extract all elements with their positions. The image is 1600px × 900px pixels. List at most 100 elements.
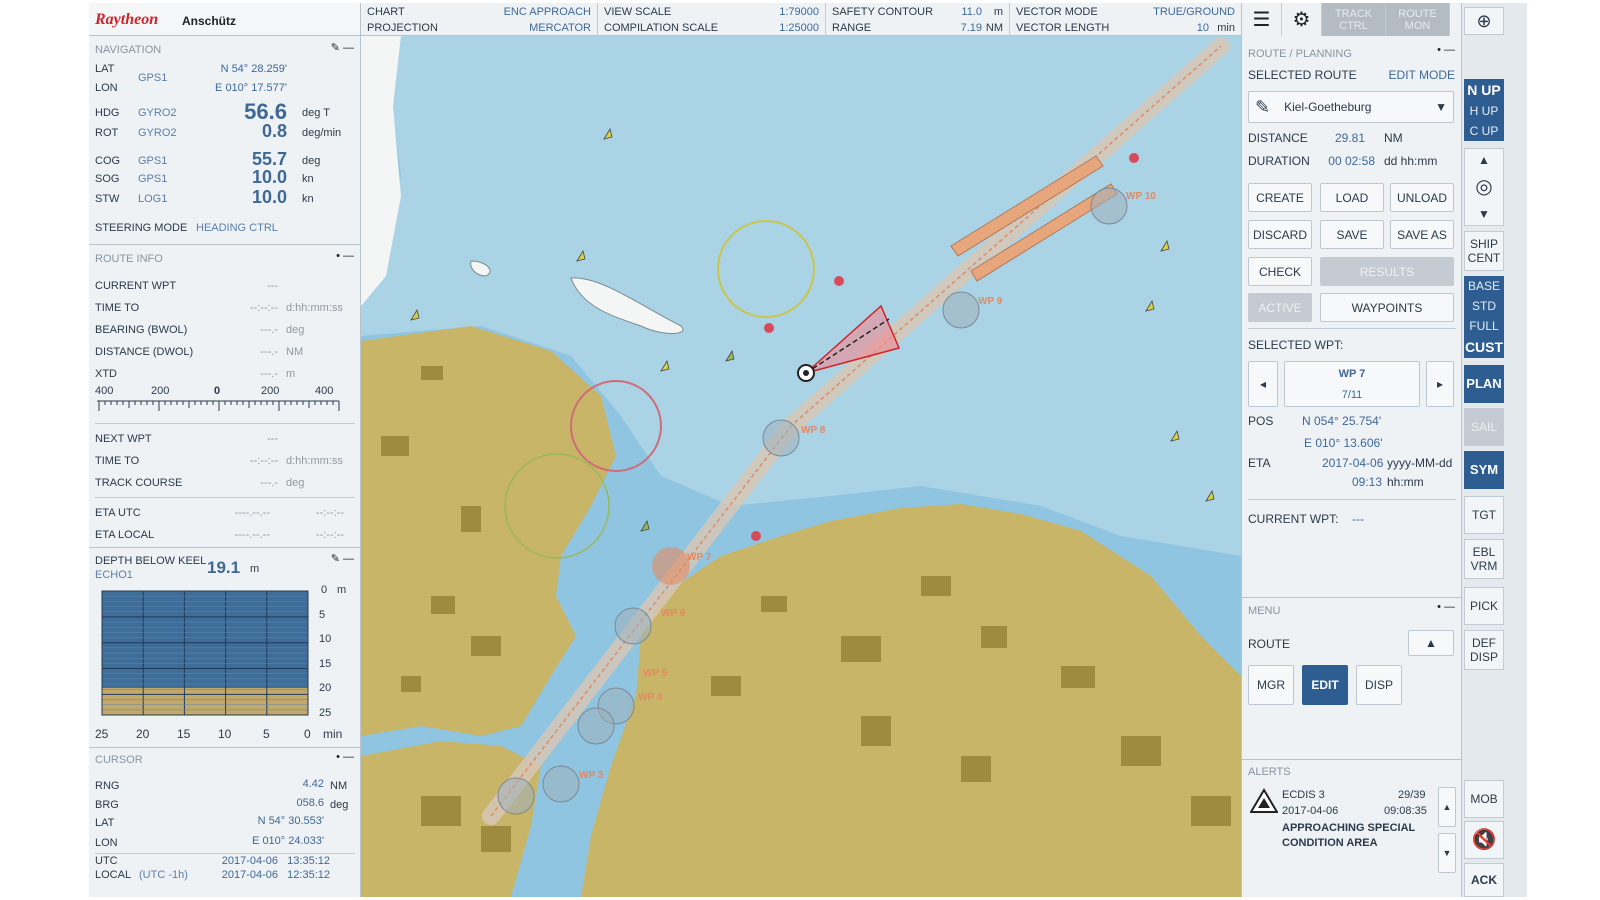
next-wpt-button[interactable]: ▸ [1426, 361, 1454, 407]
chart-info-cell[interactable]: CHART ENC APPROACH PROJECTION MERCATOR [361, 3, 598, 36]
waypoint-label[interactable]: WP 3 [579, 770, 604, 781]
create-button[interactable]: CREATE [1248, 183, 1312, 212]
ship-center-button[interactable]: SHIP CENT [1464, 231, 1504, 271]
symbol-button[interactable]: SYM [1464, 451, 1504, 489]
save-button[interactable]: SAVE [1320, 220, 1384, 249]
menu-expand-button[interactable]: ▲ [1408, 630, 1454, 656]
contour-info-cell[interactable]: SAFETY CONTOUR 11.0 m RANGE 7.19 NM [826, 3, 1010, 36]
utc-value: 2017-04-06 13:35:12 [221, 855, 330, 867]
depth-source: ECHO1 [95, 569, 133, 581]
pick-button[interactable]: PICK [1464, 587, 1504, 625]
mute-speaker-icon[interactable]: 🔇 [1464, 821, 1504, 859]
head-up-button[interactable]: H UP [1464, 101, 1504, 121]
depth-x-tick: 25 [95, 727, 109, 741]
ebl-vrm-button[interactable]: EBL VRM [1464, 539, 1504, 579]
selected-route-label: SELECTED ROUTE [1248, 68, 1357, 82]
wpt-eta-date: 2017-04-06 [1322, 456, 1384, 470]
full-button[interactable]: FULL [1464, 316, 1504, 336]
discard-button[interactable]: DISCARD [1248, 220, 1312, 249]
waypoint-label[interactable]: WP 4 [638, 692, 663, 703]
active-button[interactable]: ACTIVE [1248, 293, 1312, 322]
mgr-button[interactable]: MGR [1248, 665, 1294, 705]
plan-button[interactable]: PLAN [1464, 365, 1504, 403]
route-selector[interactable]: ✎ Kiel-Goetheburg ▼ [1248, 91, 1454, 123]
route-name: Kiel-Goetheburg [1284, 100, 1372, 114]
depth-y-tick: 10 [319, 633, 332, 645]
sog-unit: kn [302, 173, 314, 185]
eta-utc-label: ETA UTC [95, 507, 141, 519]
zoom-out-icon[interactable]: ▼ [1478, 207, 1490, 221]
time-to-label: TIME TO [95, 302, 140, 314]
zoom-in-icon[interactable]: ▲ [1478, 153, 1490, 167]
depth-value: 19.1 [207, 558, 241, 577]
std-button[interactable]: STD [1464, 296, 1504, 316]
divider [1248, 499, 1456, 500]
zoom-control[interactable]: ▲ ◎ ▼ [1464, 148, 1504, 226]
acknowledge-button[interactable]: ACK [1464, 863, 1504, 897]
eta-local-label: ETA LOCAL [95, 529, 155, 541]
waypoint-label[interactable]: WP 7 [687, 552, 712, 563]
unload-button[interactable]: UNLOAD [1390, 183, 1454, 212]
settings-gear-icon[interactable]: ⚙ [1282, 3, 1322, 36]
edit-button[interactable]: EDIT [1302, 665, 1348, 705]
safety-contour-value: 11.0 [961, 6, 982, 18]
vector-info-cell[interactable]: VECTOR MODE TRUE/GROUND VECTOR LENGTH 10… [1010, 3, 1241, 36]
view-scale-label: VIEW SCALE [604, 6, 672, 18]
save-as-button[interactable]: SAVE AS [1390, 220, 1454, 249]
alert-message: APPROACHING SPECIAL CONDITION AREA [1282, 822, 1416, 849]
waypoint-label[interactable]: WP 5 [643, 668, 668, 679]
course-up-button[interactable]: C UP [1464, 121, 1504, 141]
waypoint-label[interactable]: WP 10 [1126, 191, 1156, 202]
globe-icon[interactable]: ⊕ [1464, 7, 1504, 35]
cursor-lon-value: E 010° 24.033' [252, 835, 324, 847]
time-to-next-label: TIME TO [95, 455, 140, 467]
target-button[interactable]: TGT [1464, 496, 1504, 534]
waypoints-button[interactable]: WAYPOINTS [1320, 293, 1454, 322]
divider [1248, 328, 1456, 329]
cursor-rng-label: RNG [95, 780, 120, 792]
menu-icon[interactable]: ☰ [1242, 3, 1282, 36]
prev-wpt-button[interactable]: ◂ [1248, 361, 1278, 407]
disp-button[interactable]: DISP [1356, 665, 1402, 705]
route-planning-title: ROUTE / PLANNING [1248, 48, 1352, 60]
alert-scroll-up-button[interactable]: ▲ [1438, 787, 1456, 827]
wpt-selector[interactable]: WP 7 7/11 [1284, 361, 1420, 407]
selected-wpt-label: SELECTED WPT: [1248, 338, 1344, 352]
route-info-minimize-icon[interactable]: • — [336, 250, 354, 262]
waypoint-label[interactable]: WP 6 [661, 608, 686, 619]
base-button[interactable]: BASE [1464, 276, 1504, 296]
nautical-chart[interactable]: WP 10 WP 9 WP 8 WP 7 WP 6 WP 5 WP 4 WP 3 [361, 36, 1241, 897]
track-ctrl-button[interactable]: TRACK CTRL [1322, 3, 1386, 36]
edit-mode-label: EDIT MODE [1388, 68, 1455, 82]
scale-info-cell[interactable]: VIEW SCALE 1:79000 COMPILATION SCALE 1:2… [598, 3, 826, 36]
custom-button[interactable]: CUST [1464, 336, 1504, 358]
cursor-brg-label: BRG [95, 799, 119, 811]
wpt-name: WP 7 [1338, 367, 1366, 380]
results-button[interactable]: RESULTS [1320, 257, 1454, 286]
range-label: RANGE [832, 22, 872, 34]
menu-minimize-icon[interactable]: • — [1437, 601, 1455, 613]
divider [1242, 759, 1461, 760]
navigation-pin-icon[interactable]: ✎ — [331, 41, 354, 54]
chart-canvas[interactable]: WP 10 WP 9 WP 8 WP 7 WP 6 WP 5 WP 4 WP 3 [361, 36, 1241, 897]
man-overboard-button[interactable]: MOB [1464, 780, 1504, 818]
alert-item[interactable]: ECDIS 3 29/39 2017-04-06 09:08:35 APPROA… [1242, 779, 1461, 889]
route-minimize-icon[interactable]: • — [1437, 44, 1455, 56]
depth-pin-icon[interactable]: ✎ — [331, 552, 354, 565]
compass-icon: ◎ [1475, 176, 1493, 198]
north-up-button[interactable]: N UP [1464, 79, 1504, 101]
divider [89, 747, 360, 748]
route-mon-button[interactable]: ROUTE MON [1386, 3, 1450, 36]
time-to-value: --:--:-- [249, 302, 278, 314]
compilation-scale-label: COMPILATION SCALE [604, 22, 719, 34]
waypoint-label[interactable]: WP 9 [978, 296, 1003, 307]
cursor-minimize-icon[interactable]: • — [336, 751, 354, 763]
load-button[interactable]: LOAD [1320, 183, 1384, 212]
alerts-title: ALERTS [1248, 766, 1291, 778]
alert-scroll-down-button[interactable]: ▼ [1438, 833, 1456, 873]
sail-button[interactable]: SAIL [1464, 408, 1504, 446]
vector-length-value: 10 [1196, 22, 1209, 34]
check-button[interactable]: CHECK [1248, 257, 1312, 286]
default-display-button[interactable]: DEF DISP [1464, 630, 1504, 670]
waypoint-label[interactable]: WP 8 [801, 425, 826, 436]
